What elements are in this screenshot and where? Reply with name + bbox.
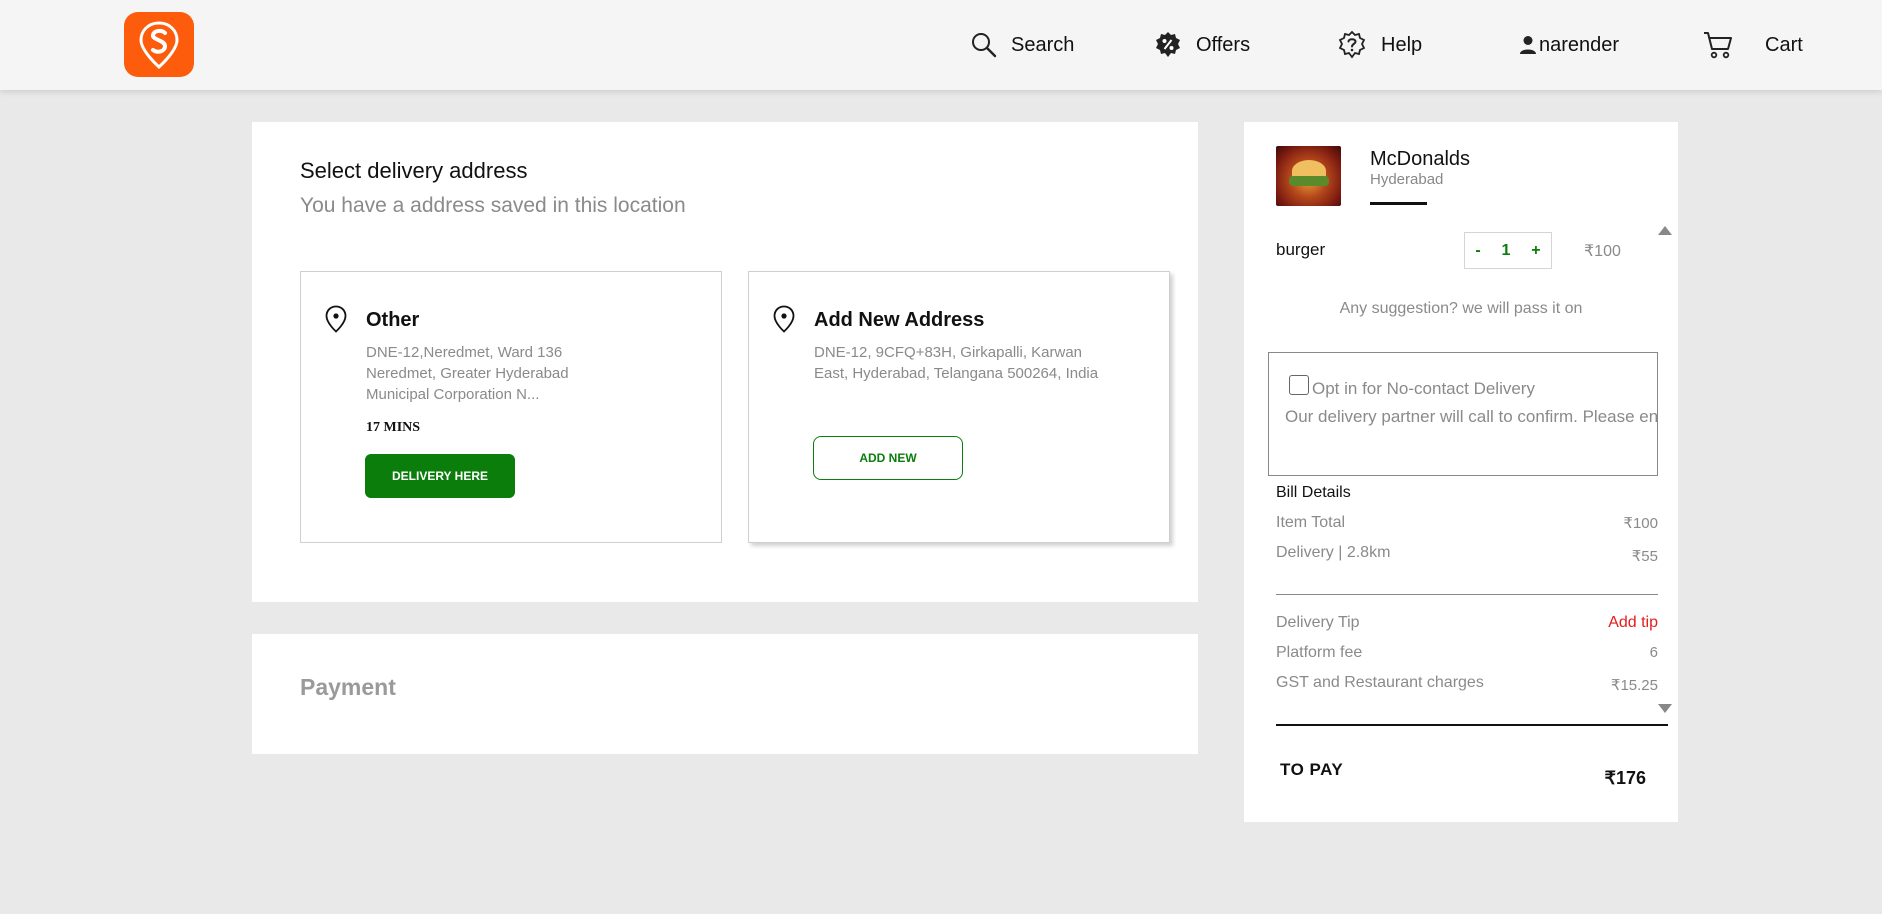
platform-fee-value: 6 (1649, 644, 1658, 661)
increase-quantity-button[interactable]: + (1531, 242, 1540, 260)
new-address-heading: Add New Address (814, 309, 985, 331)
decrease-quantity-button[interactable]: - (1475, 242, 1480, 260)
address-section-title: Select delivery address (300, 158, 528, 183)
no-contact-description: Our delivery partner will call to confir… (1285, 407, 1658, 426)
bill-divider (1276, 594, 1658, 595)
nav-search-label: Search (1011, 33, 1075, 56)
address-section-subtitle: You have a address saved in this locatio… (300, 194, 686, 217)
nav-offers-label: Offers (1196, 33, 1251, 56)
gst-label: GST and Restaurant charges (1276, 674, 1484, 691)
nav-offers[interactable]: Offers (1154, 28, 1250, 62)
swiggy-logo-icon[interactable] (124, 12, 194, 77)
bill-details-title: Bill Details (1276, 484, 1351, 501)
location-pin-icon (773, 305, 795, 333)
restaurant-underline (1370, 202, 1427, 205)
delivery-address-section: Select delivery address You have a addre… (252, 122, 1198, 602)
total-divider (1276, 724, 1668, 726)
no-contact-title: Opt in for No-contact Delivery (1312, 379, 1535, 398)
to-pay-label: TO PAY (1280, 760, 1344, 779)
delivery-fee-value: ₹55 (1631, 548, 1658, 565)
scroll-up-arrow-icon[interactable] (1658, 226, 1672, 235)
search-icon (972, 33, 997, 58)
help-icon (1338, 30, 1366, 59)
nav-search[interactable]: Search (971, 28, 1074, 62)
delivery-tip-label: Delivery Tip (1276, 614, 1360, 631)
cart-item-name: burger (1276, 240, 1326, 259)
add-new-address-button[interactable]: ADD NEW (813, 436, 963, 480)
nav-user-label: narender (1539, 33, 1620, 56)
item-total-value: ₹100 (1623, 515, 1658, 532)
payment-title: Payment (300, 674, 396, 700)
cart-item-price: ₹100 (1584, 243, 1621, 260)
restaurant-image (1276, 146, 1341, 206)
restaurant-city: Hyderabad (1370, 171, 1444, 188)
item-total-label: Item Total (1276, 514, 1346, 531)
no-contact-delivery-box[interactable]: Opt in for No-contact Delivery Our deliv… (1268, 352, 1658, 476)
delivery-eta: 17 MINS (366, 420, 421, 435)
nav-cart-label: Cart (1765, 33, 1803, 56)
payment-section: Payment (252, 634, 1198, 754)
quantity-value: 1 (1501, 241, 1511, 259)
platform-fee-label: Platform fee (1276, 644, 1363, 661)
nav-help[interactable]: Help (1337, 28, 1422, 62)
no-contact-checkbox[interactable] (1289, 375, 1309, 395)
nav-cart[interactable]: Cart (1703, 28, 1803, 62)
new-address-card[interactable]: Add New Address DNE-12, 9CFQ+83H, Girkap… (748, 271, 1170, 543)
gst-value: ₹15.25 (1610, 677, 1658, 694)
scroll-down-arrow-icon[interactable] (1658, 704, 1672, 713)
to-pay-value: ₹176 (1604, 768, 1646, 788)
top-header: Search Offers Help narender Cart (0, 0, 1882, 90)
saved-address-card[interactable]: Other DNE-12,Neredmet, Ward 136 Neredmet… (300, 271, 722, 543)
saved-address-heading: Other (366, 309, 420, 331)
quantity-stepper: - 1 + (1464, 232, 1552, 269)
nav-user[interactable]: narender (1519, 28, 1619, 62)
offers-badge-icon (1156, 32, 1180, 57)
add-tip-link[interactable]: Add tip (1608, 614, 1658, 632)
cart-summary: McDonalds Hyderabad burger - 1 + ₹100 An… (1244, 122, 1678, 822)
cart-icon (1704, 32, 1732, 59)
deliver-here-button[interactable]: DELIVERY HERE (365, 454, 515, 498)
delivery-fee-label: Delivery | 2.8km (1276, 544, 1391, 561)
location-pin-icon (325, 305, 347, 333)
suggestion-input[interactable]: Any suggestion? we will pass it on (1244, 300, 1678, 318)
new-address-text: DNE-12, 9CFQ+83H, Girkapalli, Karwan Eas… (814, 344, 1099, 382)
restaurant-name[interactable]: McDonalds (1370, 148, 1470, 171)
nav-help-label: Help (1381, 33, 1423, 56)
user-icon (1520, 36, 1536, 54)
saved-address-text: DNE-12,Neredmet, Ward 136 Neredmet, Grea… (366, 344, 569, 403)
